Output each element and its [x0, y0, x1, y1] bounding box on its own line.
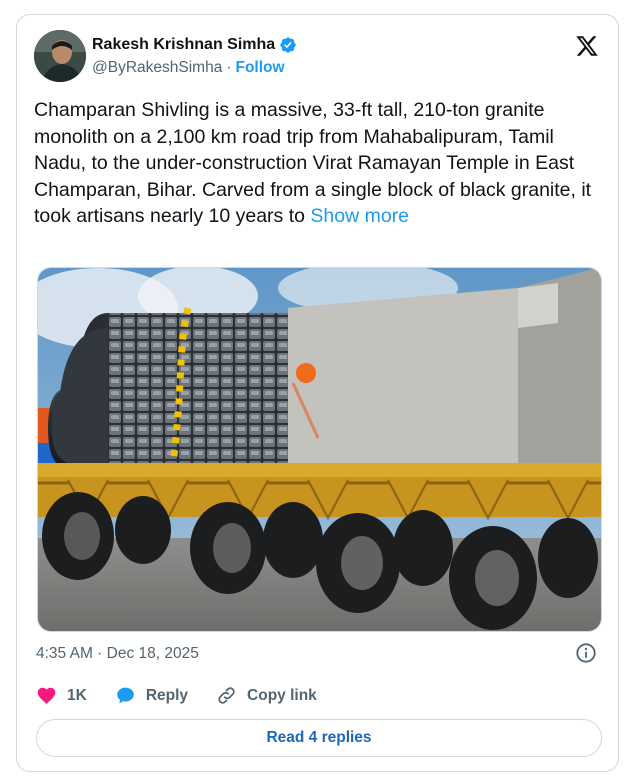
- show-more-link[interactable]: Show more: [310, 205, 409, 227]
- tweet-actions: 1K Reply Copy link: [36, 685, 345, 706]
- embedded-tweet-card: Rakesh Krishnan Simha @ByRakeshSimha · F…: [16, 14, 619, 772]
- read-replies-button[interactable]: Read 4 replies: [36, 719, 602, 757]
- chat-bubble-icon: [117, 687, 134, 704]
- author-handle[interactable]: @ByRakeshSimha: [92, 59, 222, 77]
- reply-button[interactable]: Reply: [115, 685, 188, 706]
- info-icon[interactable]: [575, 642, 597, 664]
- read-replies-label: Read 4 replies: [266, 729, 372, 746]
- author-handle-row: @ByRakeshSimha · Follow: [92, 59, 285, 77]
- like-count: 1K: [67, 686, 87, 704]
- tweet-timestamp[interactable]: 4:35 AM · Dec 18, 2025: [36, 645, 199, 663]
- author-avatar[interactable]: [34, 30, 86, 82]
- heart-icon: [37, 687, 56, 704]
- follow-button[interactable]: Follow: [235, 59, 284, 77]
- copy-link-button[interactable]: Copy link: [216, 685, 317, 706]
- tweet-text: Champaran Shivling is a massive, 33-ft t…: [34, 97, 604, 230]
- reply-label: Reply: [145, 686, 189, 704]
- author-name[interactable]: Rakesh Krishnan Simha: [92, 36, 297, 54]
- truck-photo: [38, 268, 601, 631]
- link-icon: [218, 687, 235, 704]
- tweet-image[interactable]: [37, 267, 602, 632]
- copy-link-label: Copy link: [247, 686, 317, 704]
- x-logo-icon[interactable]: [575, 34, 599, 58]
- verified-badge-icon: [280, 37, 296, 53]
- like-button[interactable]: 1K: [36, 685, 87, 706]
- separator-dot: ·: [226, 59, 232, 76]
- author-name-text[interactable]: Rakesh Krishnan Simha: [92, 36, 275, 54]
